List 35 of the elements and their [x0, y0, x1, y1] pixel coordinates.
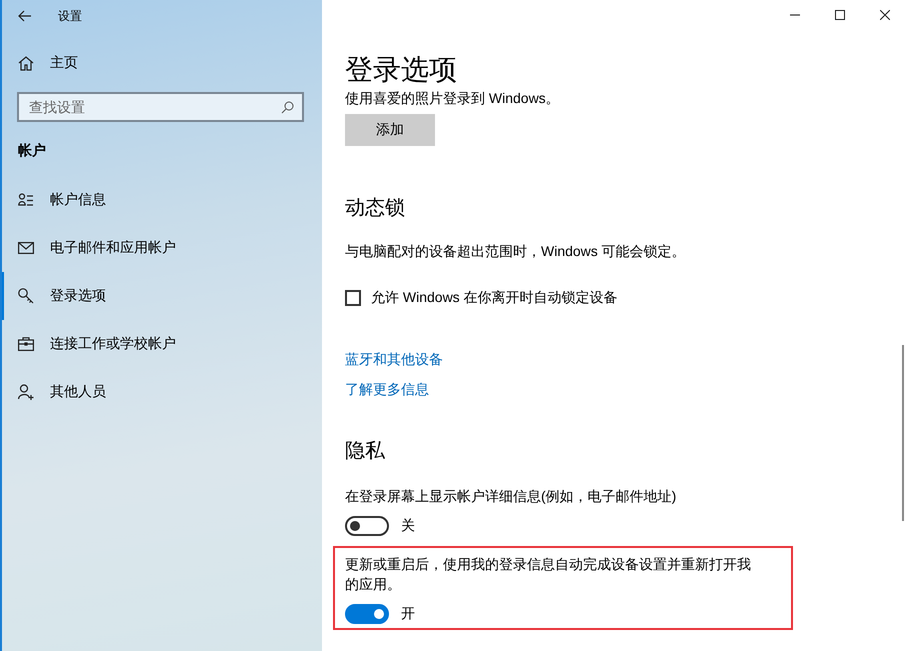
description-text: 与电脑配对的设备超出范围时，Windows 可能会锁定。: [345, 242, 687, 261]
toggle-state: 关: [401, 517, 415, 535]
briefcase-icon: [18, 337, 34, 351]
key-icon: [18, 288, 34, 304]
toggle-switch[interactable]: [345, 516, 389, 536]
description-text: 使用喜爱的照片登录到 Windows。: [345, 89, 561, 108]
add-button[interactable]: 添加: [345, 114, 435, 146]
setting-label: 更新或重启后，使用我的登录信息自动完成设备设置并重新打开我的应用。: [345, 555, 752, 594]
sidebar-item[interactable]: 帐户信息: [2, 176, 322, 224]
maximize-icon: [834, 10, 844, 20]
section-title: 帐户: [17, 141, 47, 160]
window-title: 设置: [58, 8, 82, 24]
setting-label: 在登录屏幕上显示帐户详细信息(例如，电子邮件地址): [345, 487, 678, 506]
scrollbar[interactable]: [902, 345, 904, 521]
search-field[interactable]: 查找设置: [17, 92, 304, 122]
section-heading: 动态锁: [345, 196, 406, 221]
search-icon[interactable]: [281, 101, 294, 114]
sidebar-item[interactable]: 其他人员: [2, 368, 322, 416]
home-icon[interactable]: [18, 56, 34, 70]
sidebar-item[interactable]: 连接工作或学校帐户: [2, 320, 322, 368]
person-add-icon: [18, 384, 34, 400]
checkbox-label: 允许 Windows 在你离开时自动锁定设备: [371, 289, 618, 307]
toggle-state: 开: [401, 605, 415, 623]
link[interactable]: 蓝牙和其他设备: [345, 351, 443, 369]
mail-icon: [18, 242, 34, 254]
close-icon: [880, 10, 890, 20]
link[interactable]: 了解更多信息: [345, 381, 429, 399]
toggle-switch[interactable]: [345, 604, 389, 624]
back-arrow-icon[interactable]: [18, 10, 32, 22]
checkbox[interactable]: [345, 290, 361, 306]
person-list-icon: [18, 192, 34, 208]
page-title: 登录选项: [345, 53, 458, 87]
sidebar-item[interactable]: 电子邮件和应用帐户: [2, 224, 322, 272]
home-link[interactable]: 主页: [50, 54, 78, 72]
section-heading: 隐私: [345, 439, 386, 464]
